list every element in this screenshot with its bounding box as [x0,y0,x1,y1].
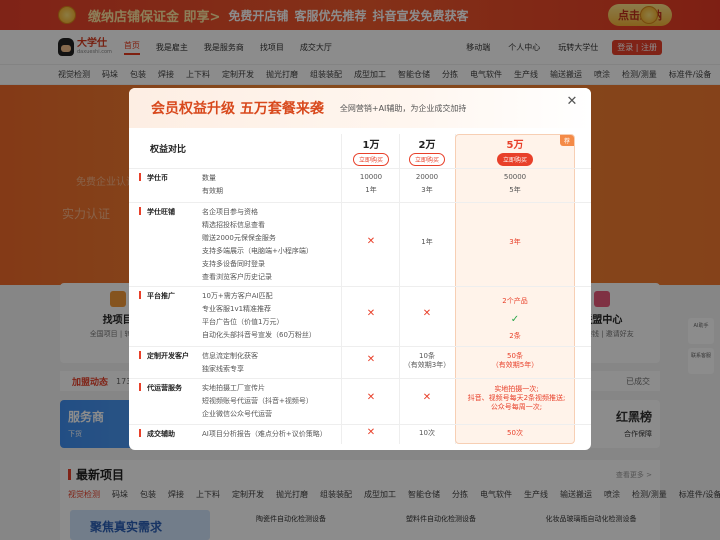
close-icon[interactable]: ✕ [565,95,579,109]
group-row: 支持多端展示（电脑端+小程序端） [202,247,313,255]
cell: 1年 [365,186,377,194]
group-title: 定制开发客户 [139,351,189,361]
group-row: 企业微信公众号代运营 [202,410,272,418]
group-row: 独家线索专享 [202,365,244,373]
tier-2: 2万 立即购买 [397,136,457,166]
cell: 1年 [421,238,433,246]
cross-icon: ✕ [422,308,432,319]
cell: 10000 [359,173,383,181]
cell: 5年 [509,186,521,194]
group-promotion: 平台推广 10万+需方客户AI匹配 专业客服1v1精准推荐 平台广告位（价值1万… [129,286,591,344]
group-operations: 代运营服务 实地拍摄工厂宣传片 短视频账号代运营（抖音+视频号） 企业微信公众号… [129,378,591,422]
tier-3: 5万 立即购买 [485,136,545,166]
group-row: 平台广告位（价值1万元） [202,318,284,326]
cross-icon: ✕ [366,392,376,403]
modal-title: 会员权益升级 五万套餐来袭 [151,101,324,117]
cell: 2个产品 [502,297,528,305]
group-row: 有效期 [202,187,223,195]
tier-price: 1万 [362,140,380,151]
group-row: 实地拍摄工厂宣传片 [202,384,265,392]
modal-subtitle: 全网营销+AI辅助，为企业成交加持 [339,103,467,113]
group-row: 专业客服1v1精准推荐 [202,305,272,313]
benefit-comparison-table: 荐 权益对比 1万 立即购买 2万 立即购买 5万 立即购买 学仕币 数量 有效… [129,128,591,450]
header-label: 权益对比 [150,145,187,155]
cell: 3年 [421,186,433,194]
table-header: 权益对比 1万 立即购买 2万 立即购买 5万 立即购买 [129,136,591,168]
group-row: 支持多设备同时登录 [202,260,265,268]
buy-button-2w[interactable]: 立即购买 [408,153,445,166]
group-row: 数量 [202,174,216,182]
group-row: 查看浏览客户历史记录 [202,273,272,281]
group-row: 信息流定制化获客 [202,352,258,360]
group-row: 赠送2000元保保金服务 [202,234,276,242]
cell: 20000 [415,173,439,181]
buy-button-1w[interactable]: 立即购买 [352,153,389,166]
cross-icon: ✕ [366,427,376,438]
cell: 50次 [507,429,523,437]
cell: 2条 [509,332,521,340]
cell: 10次 [419,429,435,437]
group-row: AI项目分析报告（难点分析+议价策略） [202,430,327,438]
tier-price: 5万 [506,140,524,151]
buy-button-5w[interactable]: 立即购买 [496,153,533,166]
group-deal-assist: 成交辅助 AI项目分析报告（难点分析+议价策略） ✕ 10次 50次 [129,424,591,444]
group-row: 自动化头部抖音号宣发（60万粉丝） [202,331,316,339]
cell: 50000 [503,173,527,181]
group-custom-dev: 定制开发客户 信息流定制化获客 独家线索专享 ✕ 10条 （有效期3年） 50条… [129,346,591,376]
group-row: 精选招投标信息查看 [202,221,265,229]
cross-icon: ✕ [366,236,376,247]
group-title: 学仕旺铺 [139,207,175,217]
group-coins: 学仕币 数量 有效期 10000 1年 20000 3年 50000 5年 [129,168,591,200]
membership-upgrade-modal: 会员权益升级 五万套餐来袭 全网营销+AI辅助，为企业成交加持 ✕ 荐 权益对比… [129,88,591,450]
group-title: 成交辅助 [139,429,175,439]
cell: 实地拍摄一次; 抖音、视频号每天2条视频推送; 公众号每周一次; [467,385,566,411]
group-shop: 学仕旺铺 名企项目参与资格 精选招投标信息查看 赠送2000元保保金服务 支持多… [129,202,591,284]
tier-1: 1万 立即购买 [341,136,401,166]
cell: 10条 （有效期3年） [403,352,451,369]
group-row: 名企项目参与资格 [202,208,258,216]
check-icon: ✓ [510,314,520,325]
tier-price: 2万 [418,140,436,151]
cross-icon: ✕ [366,308,376,319]
group-title: 学仕币 [139,173,168,183]
cell: 3年 [509,238,521,246]
cross-icon: ✕ [422,392,432,403]
group-title: 代运营服务 [139,383,182,393]
group-row: 10万+需方客户AI匹配 [202,292,273,300]
group-row: 短视频账号代运营（抖音+视频号） [202,397,313,405]
cell: 50条 （有效期5年） [491,352,539,369]
group-title: 平台推广 [139,291,175,301]
